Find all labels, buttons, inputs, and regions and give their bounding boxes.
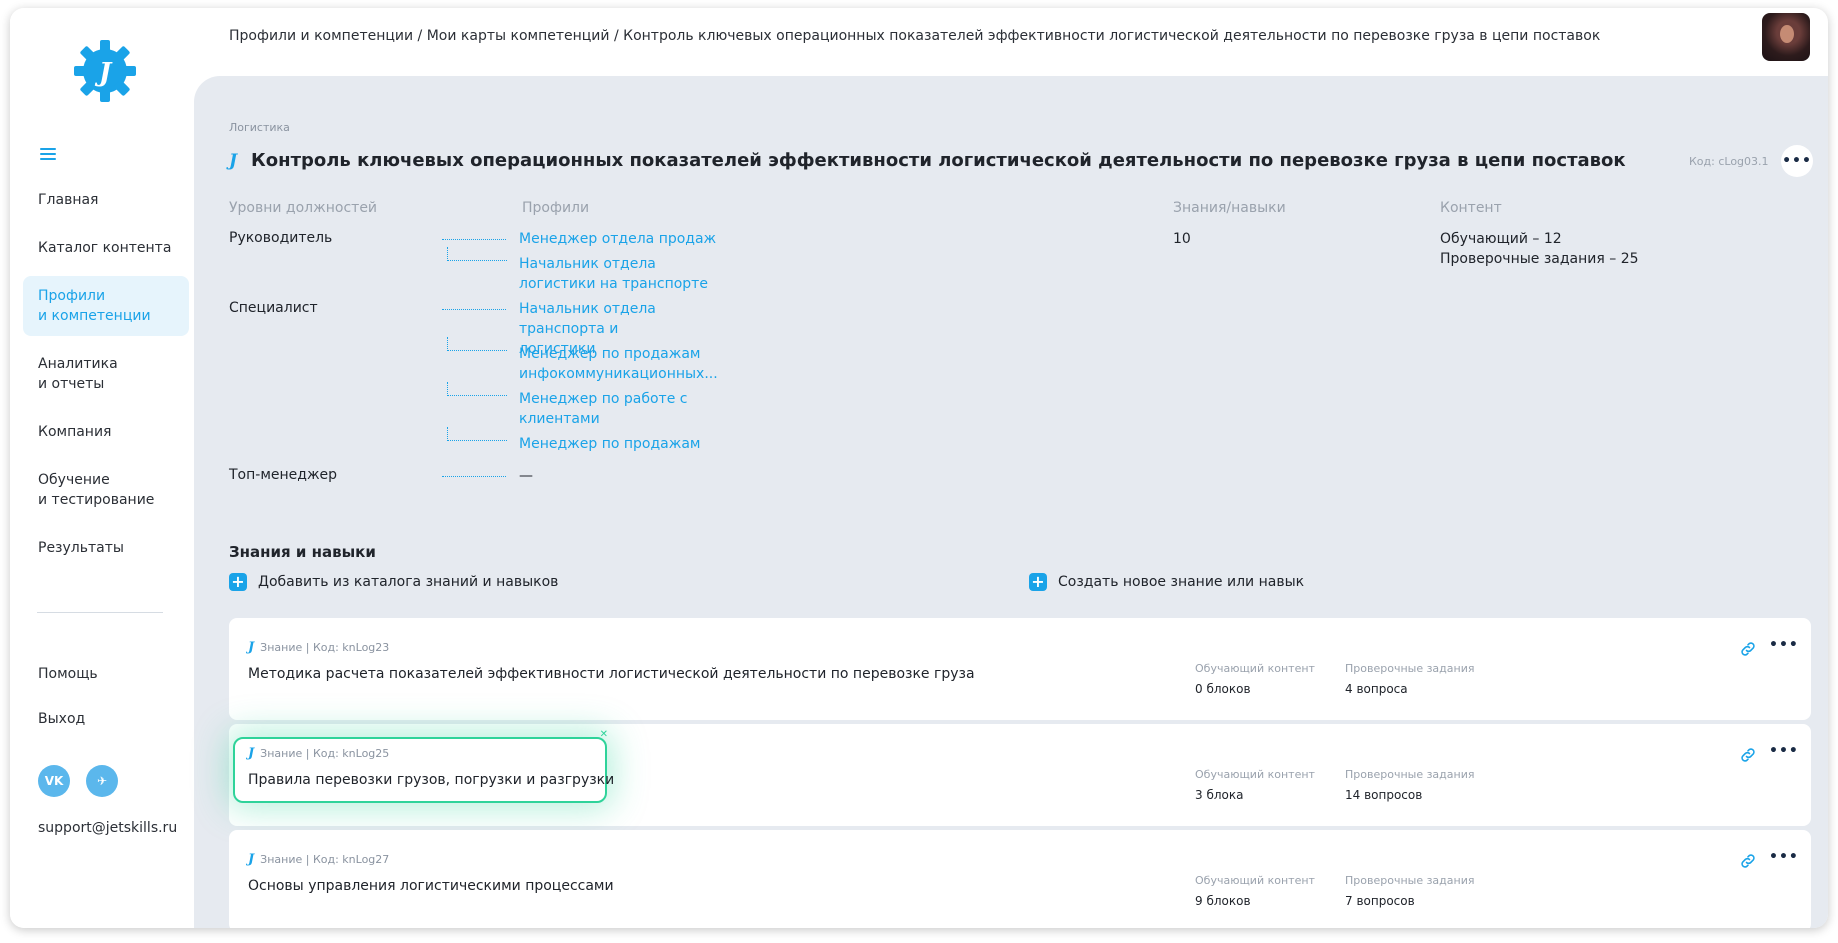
card-learning-label: Обучающий контент	[1195, 768, 1315, 781]
card-name[interactable]: Основы управления логистическими процесс…	[248, 878, 614, 894]
card-meta: J Знание | Код: knLog27	[248, 852, 389, 867]
skill-card[interactable]: J Знание | Код: knLog27 Основы управления…	[229, 830, 1811, 928]
breadcrumb-item-profiles[interactable]: Профили и компетенции	[229, 28, 413, 44]
card-name[interactable]: Правила перевозки грузов, погрузки и раз…	[248, 772, 614, 788]
card-tests-value: 14 вопросов	[1345, 788, 1423, 802]
page-title-row: J Контроль ключевых операционных показат…	[229, 150, 1626, 171]
content-tests: Проверочные задания – 25	[1440, 251, 1639, 267]
profile-empty: —	[519, 468, 533, 484]
card-learning-value: 0 блоков	[1195, 682, 1251, 696]
link-icon[interactable]	[1739, 852, 1757, 870]
connector-line	[447, 427, 507, 441]
link-icon[interactable]	[1739, 746, 1757, 764]
page-title: Контроль ключевых операционных показател…	[251, 150, 1626, 171]
main-nav: Главная Каталог контента Профили и компе…	[23, 180, 189, 576]
hamburger-icon[interactable]	[40, 148, 56, 162]
more-dots-icon[interactable]: •••	[1769, 637, 1799, 653]
level-name: Специалист	[229, 300, 318, 316]
create-new-skill-label: Создать новое знание или навык	[1058, 574, 1305, 590]
gear-logo-icon[interactable]: J	[72, 38, 138, 104]
card-meta-text: Знание | Код: knLog23	[260, 641, 390, 654]
social-links: VK ✈	[38, 765, 118, 797]
card-tests-label: Проверочные задания	[1345, 874, 1475, 887]
breadcrumb-separator: /	[609, 28, 624, 44]
nav-item-home[interactable]: Главная	[23, 180, 189, 220]
add-from-catalog-label: Добавить из каталога знаний и навыков	[258, 574, 559, 590]
create-new-skill-button[interactable]: + Создать новое знание или навык	[1029, 573, 1304, 591]
more-dots-icon[interactable]: •••	[1769, 849, 1799, 865]
profile-link[interactable]: Менеджер по работе с клиентами	[519, 389, 689, 429]
nav-divider	[37, 612, 163, 613]
nav-item-logout[interactable]: Выход	[38, 711, 98, 727]
connector-line	[447, 247, 507, 261]
sidebar: J Главная Каталог контента Профили и ком…	[10, 8, 193, 928]
level-name: Руководитель	[229, 230, 333, 246]
nav-item-results[interactable]: Результаты	[23, 528, 189, 568]
breadcrumb-separator: /	[413, 28, 427, 44]
nav-item-catalog[interactable]: Каталог контента	[23, 228, 189, 268]
nav-item-profiles[interactable]: Профили и компетенции	[23, 276, 189, 336]
telegram-icon[interactable]: ✈	[86, 765, 118, 797]
col-head-levels: Уровни должностей	[229, 200, 378, 216]
card-learning-label: Обучающий контент	[1195, 662, 1315, 675]
competency-j-icon: J	[229, 150, 238, 171]
app-window: J Главная Каталог контента Профили и ком…	[10, 8, 1828, 928]
more-dots-icon[interactable]: •••	[1781, 145, 1813, 177]
breadcrumb-item-my-maps[interactable]: Мои карты компетенций	[427, 28, 610, 44]
col-head-skills: Знания/навыки	[1173, 200, 1286, 216]
connector-line	[447, 382, 507, 396]
col-head-profiles: Профили	[522, 200, 590, 216]
profile-link[interactable]: Начальник отдела логистики на транспорте	[519, 254, 729, 294]
card-learning-label: Обучающий контент	[1195, 874, 1315, 887]
level-name: Топ-менеджер	[229, 467, 338, 483]
plus-icon: +	[1029, 573, 1047, 591]
content-learning: Обучающий – 12	[1440, 231, 1562, 247]
skills-count: 10	[1173, 231, 1191, 247]
more-dots-icon[interactable]: •••	[1769, 743, 1799, 759]
competency-category: Логистика	[229, 121, 290, 134]
knowledge-j-icon: J	[248, 852, 255, 867]
main-content: Логистика J Контроль ключевых операционн…	[194, 76, 1828, 928]
close-icon[interactable]: ✕	[600, 729, 608, 740]
card-learning-value: 9 блоков	[1195, 894, 1251, 908]
profile-link[interactable]: Менеджер отдела продаж	[519, 229, 716, 249]
competency-code: Код: cLog03.1	[1689, 155, 1769, 168]
avatar[interactable]	[1762, 13, 1810, 61]
card-meta-text: Знание | Код: knLog27	[260, 853, 390, 866]
vk-icon[interactable]: VK	[38, 765, 70, 797]
support-email-link[interactable]: support@jetskills.ru	[38, 820, 177, 836]
connector-line	[442, 239, 506, 240]
knowledge-j-icon: J	[248, 746, 255, 761]
card-tests-value: 7 вопросов	[1345, 894, 1415, 908]
card-tests-label: Проверочные задания	[1345, 768, 1475, 781]
profile-link[interactable]: Менеджер по продажам	[519, 434, 701, 454]
connector-line	[442, 476, 506, 477]
add-from-catalog-button[interactable]: + Добавить из каталога знаний и навыков	[229, 573, 558, 591]
card-meta: J Знание | Код: knLog25	[248, 746, 389, 761]
card-tests-value: 4 вопроса	[1345, 682, 1408, 696]
card-meta: J Знание | Код: knLog23	[248, 640, 389, 655]
col-head-content: Контент	[1440, 200, 1502, 216]
skill-card[interactable]: J Знание | Код: knLog23 Методика расчета …	[229, 618, 1811, 720]
nav-item-company[interactable]: Компания	[23, 412, 189, 452]
skill-card[interactable]: ✕ J Знание | Код: knLog25 Правила перевоз…	[229, 724, 1811, 826]
nav-item-help[interactable]: Помощь	[38, 666, 98, 682]
skills-section-title: Знания и навыки	[229, 543, 376, 561]
plus-icon: +	[229, 573, 247, 591]
card-tests-label: Проверочные задания	[1345, 662, 1475, 675]
connector-line	[442, 309, 506, 310]
knowledge-j-icon: J	[248, 640, 255, 655]
profile-link[interactable]: Менеджер по продажам инфокоммуникационны…	[519, 344, 718, 384]
nav-item-learning[interactable]: Обучение и тестирование	[23, 460, 189, 520]
breadcrumb-item-current: Контроль ключевых операционных показател…	[623, 28, 1601, 44]
link-icon[interactable]	[1739, 640, 1757, 658]
card-learning-value: 3 блока	[1195, 788, 1244, 802]
breadcrumb: Профили и компетенции / Мои карты компет…	[229, 28, 1600, 44]
card-name[interactable]: Методика расчета показателей эффективнос…	[248, 666, 975, 682]
nav-item-analytics[interactable]: Аналитика и отчеты	[23, 344, 189, 404]
card-meta-text: Знание | Код: knLog25	[260, 747, 390, 760]
secondary-nav: Помощь Выход	[38, 666, 98, 756]
connector-line	[447, 337, 507, 351]
